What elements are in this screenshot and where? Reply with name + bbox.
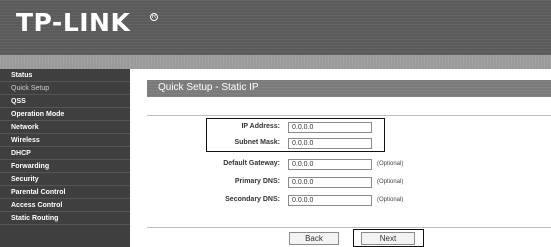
secondary-dns-field[interactable] xyxy=(288,195,372,206)
subnet-mask-field[interactable] xyxy=(288,138,372,149)
next-button[interactable]: Next xyxy=(361,232,415,245)
primary-dns-optional: (Optional) xyxy=(377,179,404,185)
registered-mark: R xyxy=(150,13,158,21)
default-gateway-optional: (Optional) xyxy=(377,161,404,167)
page-title: Quick Setup - Static IP xyxy=(158,82,259,93)
ip-address-field[interactable] xyxy=(288,122,372,133)
sidebar-item-operation-mode[interactable]: Operation Mode xyxy=(0,108,130,121)
sidebar-item-security[interactable]: Security xyxy=(0,173,130,186)
sidebar-top-strip xyxy=(0,55,130,69)
default-gateway-field[interactable] xyxy=(288,159,372,170)
sidebar-item-parental-control[interactable]: Parental Control xyxy=(0,186,130,199)
main-content: Quick Setup - Static IP IP Address: Subn… xyxy=(130,55,551,247)
sidebar-item-forwarding[interactable]: Forwarding xyxy=(0,160,130,173)
sidebar-item-network[interactable]: Network xyxy=(0,121,130,134)
sidebar-item-dhcp[interactable]: DHCP xyxy=(0,147,130,160)
header-banner: TP-LINK R xyxy=(0,0,551,55)
sidebar-item-qss[interactable]: QSS xyxy=(0,95,130,108)
content-top-strip xyxy=(130,55,551,69)
divider-bottom xyxy=(147,227,551,228)
ip-address-label: IP Address: xyxy=(241,123,280,130)
sidebar-item-access-control[interactable]: Access Control xyxy=(0,199,130,212)
secondary-dns-label: Secondary DNS: xyxy=(225,196,280,203)
sidebar-item-quick-setup[interactable]: Quick Setup xyxy=(0,82,130,95)
tp-link-logo: TP-LINK xyxy=(16,8,131,37)
subnet-mask-label: Subnet Mask: xyxy=(234,139,280,146)
default-gateway-label: Default Gateway: xyxy=(223,160,280,167)
sidebar-menu: Status Quick Setup QSS Operation Mode Ne… xyxy=(0,55,130,247)
divider-top xyxy=(147,115,551,116)
primary-dns-field[interactable] xyxy=(288,177,372,188)
sidebar-item-status[interactable]: Status xyxy=(0,69,130,82)
sidebar-item-static-routing[interactable]: Static Routing xyxy=(0,212,130,225)
back-button[interactable]: Back xyxy=(289,232,339,245)
secondary-dns-optional: (Optional) xyxy=(377,197,404,203)
primary-dns-label: Primary DNS: xyxy=(234,178,280,185)
page-title-bar: Quick Setup - Static IP xyxy=(147,80,551,97)
sidebar-item-wireless[interactable]: Wireless xyxy=(0,134,130,147)
